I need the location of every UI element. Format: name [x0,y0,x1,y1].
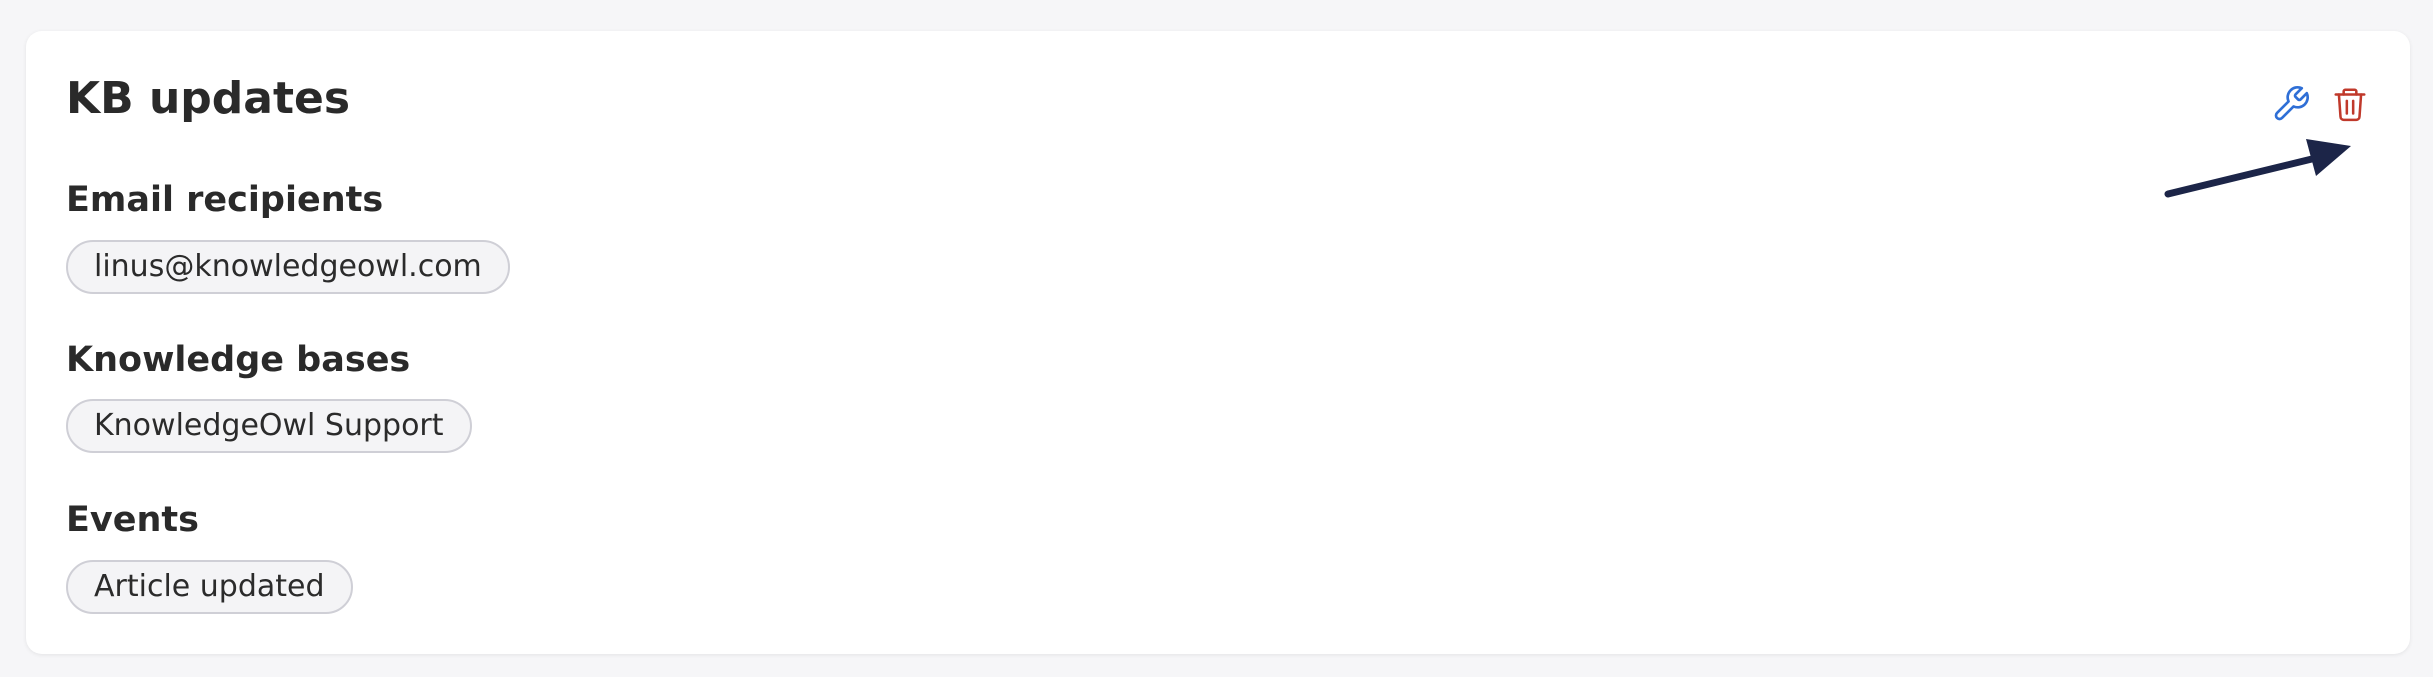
card-title: KB updates [66,73,351,124]
email-recipients-heading: Email recipients [66,180,384,220]
knowledge-bases-heading: Knowledge bases [66,340,411,380]
email-recipient-chip: linus@knowledgeowl.com [66,240,510,294]
event-chip: Article updated [66,560,353,614]
annotation-arrow [2164,139,2351,198]
knowledge-base-chip: KnowledgeOwl Support [66,399,472,453]
events-heading: Events [66,500,199,540]
notification-card: KB updates Email recipients linus@knowle… [26,31,2410,654]
